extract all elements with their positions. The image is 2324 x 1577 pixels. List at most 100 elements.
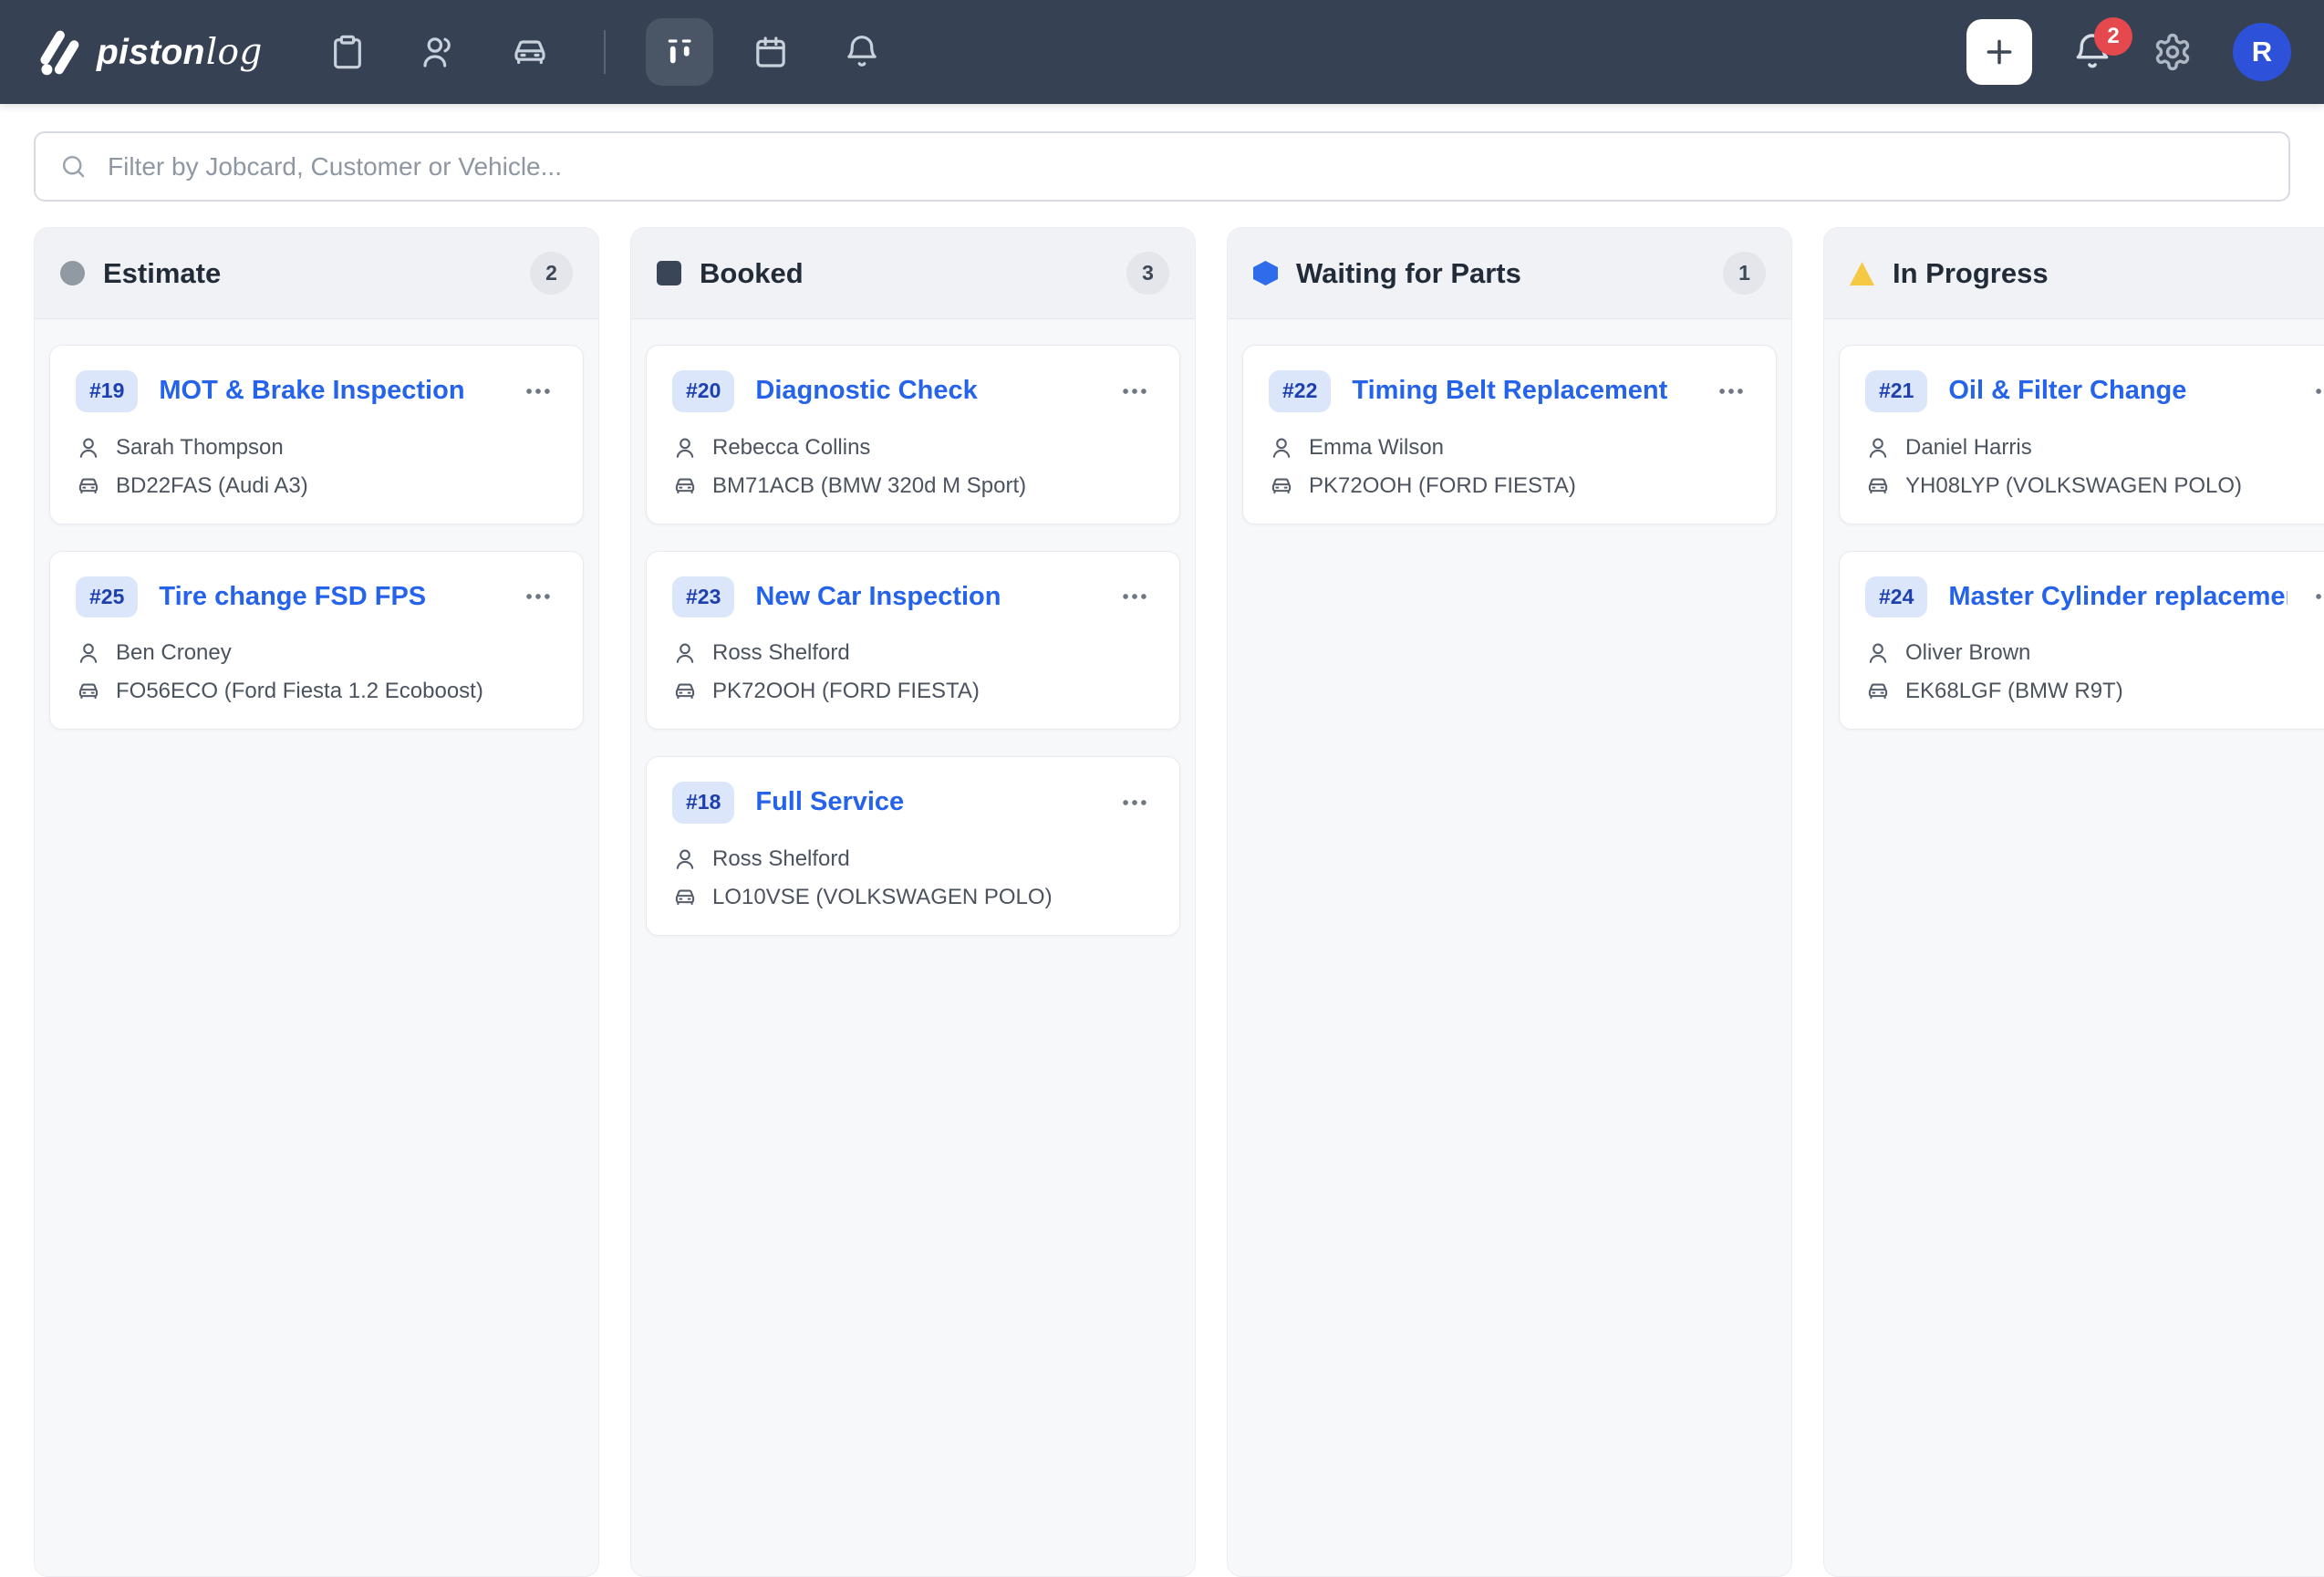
column-title: Estimate: [103, 257, 512, 290]
jobcard-title-link[interactable]: Master Cylinder replacement: [1948, 582, 2288, 612]
kanban-column: Booked 3 #20 Diagnostic Check Rebecca Co…: [630, 227, 1196, 1577]
column-cards: #20 Diagnostic Check Rebecca Collins: [631, 319, 1195, 988]
jobcard[interactable]: #25 Tire change FSD FPS Ben Croney: [49, 551, 584, 731]
jobcards-nav-button[interactable]: [314, 18, 381, 86]
jobcard-menu-button[interactable]: [1115, 783, 1154, 822]
ellipsis-icon: [523, 376, 554, 407]
jobcard-title-link[interactable]: MOT & Brake Inspection: [159, 376, 498, 406]
jobcard-menu-button[interactable]: [1712, 372, 1750, 410]
user-icon: [76, 435, 101, 461]
car-icon: [1865, 473, 1891, 499]
jobcard-meta: Emma Wilson PK72OOH (FORD FIESTA): [1269, 435, 1750, 499]
create-new-button[interactable]: [1966, 19, 2032, 85]
ellipsis-icon: [1119, 581, 1150, 612]
main-nav: [314, 18, 896, 86]
jobcard-menu-button[interactable]: [1115, 577, 1154, 616]
filter-bar: [0, 104, 2324, 225]
settings-button[interactable]: [2153, 32, 2193, 72]
jobcard-meta: Daniel Harris YH08LYP (VOLKSWAGEN POLO): [1865, 435, 2324, 499]
vehicles-nav-button[interactable]: [496, 18, 564, 86]
nav-bell-button[interactable]: [828, 18, 896, 86]
customer-row: Emma Wilson: [1269, 435, 1750, 461]
column-title: Booked: [700, 257, 1108, 290]
jobcard-meta: Ross Shelford LO10VSE (VOLKSWAGEN POLO): [672, 846, 1154, 910]
clipboard-icon: [329, 34, 366, 70]
jobcard-header: #24 Master Cylinder replacement: [1865, 576, 2324, 618]
vehicle-info: EK68LGF (BMW R9T): [1905, 679, 2123, 704]
column-count-badge: 2: [530, 252, 573, 295]
jobcard[interactable]: #22 Timing Belt Replacement Emma Wilson: [1242, 345, 1777, 524]
jobcard[interactable]: #23 New Car Inspection Ross Shelford: [646, 551, 1180, 731]
notifications-button[interactable]: 2: [2072, 32, 2112, 72]
user-icon: [672, 435, 698, 461]
ellipsis-icon: [1716, 376, 1747, 407]
kanban-board-nav-button[interactable]: [646, 18, 713, 86]
jobcard-menu-button[interactable]: [519, 372, 557, 410]
column-title: In Progress: [1893, 257, 2324, 290]
user-icon: [1865, 435, 1891, 461]
jobcard[interactable]: #20 Diagnostic Check Rebecca Collins: [646, 345, 1180, 524]
jobcard-id-badge: #23: [672, 576, 734, 618]
jobcard-title-link[interactable]: New Car Inspection: [755, 582, 1095, 612]
jobcard-id-badge: #20: [672, 370, 734, 412]
customer-row: Rebecca Collins: [672, 435, 1154, 461]
kanban-column: In Progress #21 Oil & Filter Change Dani…: [1823, 227, 2324, 1577]
brand-primary: piston: [97, 33, 205, 72]
jobcard-header: #21 Oil & Filter Change: [1865, 370, 2324, 412]
jobcard-title-link[interactable]: Diagnostic Check: [755, 376, 1095, 406]
vehicles-icon: [512, 34, 548, 70]
jobcard-menu-button[interactable]: [519, 577, 557, 616]
vehicle-row: YH08LYP (VOLKSWAGEN POLO): [1865, 473, 2324, 499]
jobcard-title-link[interactable]: Tire change FSD FPS: [159, 582, 498, 612]
jobcard-title-link[interactable]: Timing Belt Replacement: [1352, 376, 1691, 406]
jobcard-header: #18 Full Service: [672, 782, 1154, 824]
jobcard-menu-button[interactable]: [2308, 372, 2324, 410]
jobcard-title-link[interactable]: Oil & Filter Change: [1948, 376, 2288, 406]
calendar-icon: [752, 34, 789, 70]
jobcard-header: #22 Timing Belt Replacement: [1269, 370, 1750, 412]
user-icon: [1269, 435, 1294, 461]
column-cards: #22 Timing Belt Replacement Emma Wilson: [1228, 319, 1791, 576]
customer-row: Ben Croney: [76, 640, 557, 666]
jobcard[interactable]: #21 Oil & Filter Change Daniel Harris: [1839, 345, 2324, 524]
column-title: Waiting for Parts: [1296, 257, 1705, 290]
car-icon: [1865, 679, 1891, 704]
jobcard-id-badge: #22: [1269, 370, 1331, 412]
column-header: Estimate 2: [35, 228, 598, 319]
calendar-nav-button[interactable]: [737, 18, 804, 86]
kanban-column: Waiting for Parts 1 #22 Timing Belt Repl…: [1227, 227, 1792, 1577]
jobcard-menu-button[interactable]: [1115, 372, 1154, 410]
search-box: [34, 131, 2290, 202]
jobcard-header: #19 MOT & Brake Inspection: [76, 370, 557, 412]
user-icon: [1865, 640, 1891, 666]
car-icon: [76, 679, 101, 704]
jobcard[interactable]: #24 Master Cylinder replacement Oliver B…: [1839, 551, 2324, 731]
car-icon: [76, 473, 101, 499]
vehicle-row: LO10VSE (VOLKSWAGEN POLO): [672, 885, 1154, 910]
jobcard-title-link[interactable]: Full Service: [755, 787, 1095, 817]
column-cards: #19 MOT & Brake Inspection Sarah Thompso…: [35, 319, 598, 782]
navbar-right: 2 R: [1966, 19, 2291, 85]
jobcard[interactable]: #19 MOT & Brake Inspection Sarah Thompso…: [49, 345, 584, 524]
logo[interactable]: pistonlog: [33, 27, 263, 77]
filter-input[interactable]: [106, 151, 2265, 182]
customer-row: Oliver Brown: [1865, 640, 2324, 666]
customers-nav-button[interactable]: [405, 18, 472, 86]
vehicle-info: LO10VSE (VOLKSWAGEN POLO): [712, 885, 1053, 910]
jobcard[interactable]: #18 Full Service Ross Shelford: [646, 756, 1180, 936]
navbar: pistonlog: [0, 0, 2324, 104]
brand-wordmark: pistonlog: [97, 32, 263, 73]
vehicle-row: PK72OOH (FORD FIESTA): [672, 679, 1154, 704]
user-icon: [672, 640, 698, 666]
jobcard-menu-button[interactable]: [2308, 577, 2324, 616]
vehicle-row: PK72OOH (FORD FIESTA): [1269, 473, 1750, 499]
column-count-badge: 3: [1126, 252, 1169, 295]
jobcard-meta: Ross Shelford PK72OOH (FORD FIESTA): [672, 640, 1154, 704]
jobcard-meta: Sarah Thompson BD22FAS (Audi A3): [76, 435, 557, 499]
ellipsis-icon: [1119, 376, 1150, 407]
navbar-left: pistonlog: [33, 18, 896, 86]
customer-name: Daniel Harris: [1905, 435, 2032, 461]
user-avatar[interactable]: R: [2233, 23, 2291, 81]
ellipsis-icon: [2312, 376, 2324, 407]
ellipsis-icon: [2312, 581, 2324, 612]
